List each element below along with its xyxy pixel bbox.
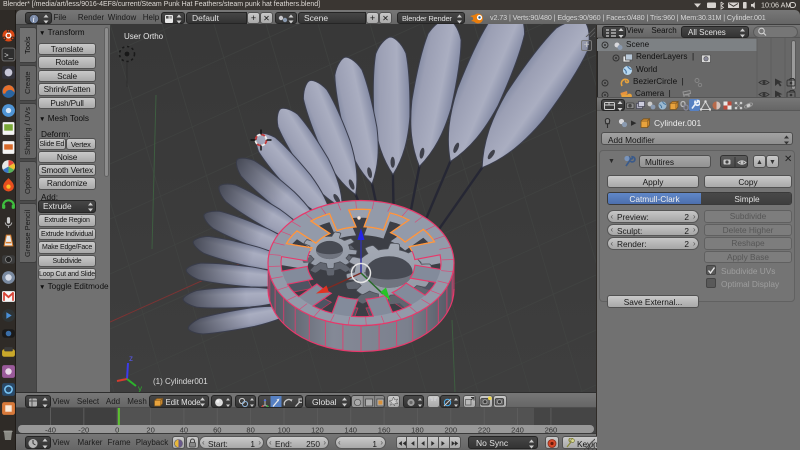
svg-text:260: 260	[545, 426, 558, 433]
svg-text:z: z	[129, 354, 133, 363]
svg-text:40: 40	[180, 426, 188, 433]
svg-text:140: 140	[344, 426, 357, 433]
svg-text:200: 200	[444, 426, 457, 433]
svg-text:220: 220	[478, 426, 491, 433]
svg-text:120: 120	[311, 426, 324, 433]
svg-text:10:06 AM: 10:06 AM	[761, 1, 791, 10]
svg-text:User Ortho: User Ortho	[124, 32, 164, 41]
svg-text:i: i	[33, 15, 35, 24]
svg-text:240: 240	[511, 426, 524, 433]
svg-text:-20: -20	[78, 426, 89, 433]
svg-text:80: 80	[246, 426, 254, 433]
svg-text:>_: >_	[4, 50, 13, 59]
svg-text:0: 0	[115, 426, 119, 433]
svg-text:100: 100	[278, 426, 291, 433]
svg-text:60: 60	[213, 426, 221, 433]
svg-text:(1) Cylinder001: (1) Cylinder001	[153, 377, 208, 386]
svg-text:-40: -40	[45, 426, 56, 433]
svg-text:20: 20	[146, 426, 154, 433]
svg-text:160: 160	[378, 426, 391, 433]
svg-text:180: 180	[411, 426, 424, 433]
svg-text:y: y	[138, 384, 142, 392]
